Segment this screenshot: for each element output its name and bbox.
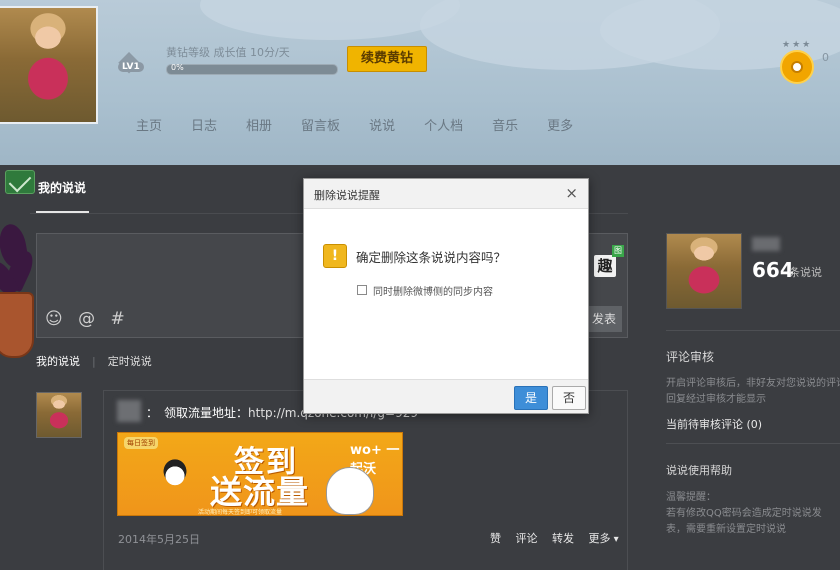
dialog-footer: 是 否 xyxy=(304,379,588,413)
fun-icon[interactable]: 趣 xyxy=(594,255,616,277)
emoji-icon[interactable]: ☺ xyxy=(45,309,63,329)
shuoshuo-count-label: 条说说 xyxy=(789,266,822,279)
sidebar-avatar[interactable] xyxy=(666,233,742,309)
stars-icon: ★★★ xyxy=(782,40,813,50)
sync-delete-checkbox[interactable] xyxy=(357,285,367,295)
nav-item-album[interactable]: 相册 xyxy=(246,115,272,134)
divider xyxy=(666,443,840,444)
flowerpot-decoration xyxy=(0,292,34,358)
composer-tools: ☺ @ # xyxy=(45,309,135,329)
post-date: 2014年5月25日 xyxy=(118,533,200,546)
post-avatar[interactable] xyxy=(36,392,82,438)
dialog-message: 确定删除这条说说内容吗？ xyxy=(356,250,507,265)
renew-vip-button[interactable]: 续费黄钻 xyxy=(347,46,427,72)
pending-review-link[interactable]: 当前待审核评论 (0) xyxy=(666,416,762,432)
post-actions: 赞 评论 转发 更多 xyxy=(490,530,630,546)
post-author-name[interactable] xyxy=(117,400,141,422)
nav-item-home[interactable]: 主页 xyxy=(136,115,162,134)
help-title: 说说使用帮助 xyxy=(666,464,732,477)
cartoon-cat-image xyxy=(326,467,374,515)
review-desc-line-2: 回复经过审核才能显示 xyxy=(666,394,766,405)
sidebar-username[interactable] xyxy=(752,237,780,251)
subtab-scheduled[interactable]: 定时说说 xyxy=(108,355,152,368)
main-nav: 主页 日志 相册 留言板 说说 个人档 音乐 更多 xyxy=(136,115,573,134)
visitor-eye-icon[interactable] xyxy=(780,50,814,84)
confirm-no-button[interactable]: 否 xyxy=(552,386,586,410)
dialog-header: 删除说说提醒 × xyxy=(304,179,588,209)
progress-text: 0% xyxy=(171,63,184,72)
promo-footer: 活动期间每天签到即可领取流量 xyxy=(198,509,283,516)
forward-button[interactable]: 转发 xyxy=(552,532,574,545)
side-count: 0 xyxy=(822,51,829,64)
nav-item-guestbook[interactable]: 留言板 xyxy=(301,115,340,134)
help-desc-line-1: 温馨提醒： xyxy=(666,492,716,503)
tab-my-shuoshuo[interactable]: 我的说说 xyxy=(38,179,86,196)
promo-image[interactable]: 每日签到 签到 送流量 wo+ 一起沃 活动期间每天签到即可领取流量 xyxy=(117,432,403,516)
nav-item-shuoshuo[interactable]: 说说 xyxy=(369,115,395,134)
cartoon-girl-image xyxy=(158,459,192,515)
delete-confirm-dialog: 删除说说提醒 × ! 确定删除这条说说内容吗？ 同时删除微博侧的同步内容 是 否 xyxy=(303,178,589,414)
dialog-title: 删除说说提醒 xyxy=(314,189,380,202)
like-button[interactable]: 赞 xyxy=(490,532,501,545)
fun-badge: 图 xyxy=(612,245,624,257)
review-title: 评论审核 xyxy=(666,350,715,364)
sync-delete-label[interactable]: 同时删除微博侧的同步内容 xyxy=(373,283,493,298)
diamond-icon: ◆ xyxy=(118,44,140,77)
vip-info-text: 黄钻等级 成长值 10分/天 xyxy=(166,46,290,59)
more-button[interactable]: 更多 xyxy=(589,532,619,545)
nav-item-music[interactable]: 音乐 xyxy=(492,115,518,134)
banner-mountain xyxy=(200,0,460,40)
profile-avatar[interactable] xyxy=(0,6,98,124)
warning-icon: ! xyxy=(323,244,347,268)
mail-icon[interactable] xyxy=(5,170,35,194)
shuoshuo-count: 664 xyxy=(752,258,794,282)
confirm-yes-button[interactable]: 是 xyxy=(514,386,548,410)
help-desc-line-3: 表，需要重新设置定时说说 xyxy=(666,524,786,535)
nav-item-blog[interactable]: 日志 xyxy=(191,115,217,134)
vip-progress-bar: 0% xyxy=(166,63,338,75)
level-badge: LV1 xyxy=(118,62,144,72)
profile-banner: ◆ LV1 黄钻等级 成长值 10分/天 0% 续费黄钻 主页 日志 相册 留言… xyxy=(0,0,840,165)
post-text-body: 领取流量地址： xyxy=(164,406,249,420)
sub-tabs: 我的说说 | 定时说说 xyxy=(36,355,152,368)
comment-button[interactable]: 评论 xyxy=(516,532,538,545)
subtab-mine[interactable]: 我的说说 xyxy=(36,355,80,368)
divider xyxy=(666,330,840,331)
hashtag-icon[interactable]: # xyxy=(111,309,125,329)
nav-item-more[interactable]: 更多 xyxy=(547,115,573,134)
review-desc-line-1: 开启评论审核后，非好友对您说说的评论 xyxy=(666,378,840,389)
active-tab-underline xyxy=(36,211,89,213)
promo-tag: 每日签到 xyxy=(124,437,158,449)
mention-icon[interactable]: @ xyxy=(78,309,95,329)
close-icon[interactable]: × xyxy=(565,184,578,202)
help-desc-line-2: 若有修改QQ密码会造成定时说说发 xyxy=(666,508,822,519)
nav-item-profile[interactable]: 个人档 xyxy=(424,115,463,134)
